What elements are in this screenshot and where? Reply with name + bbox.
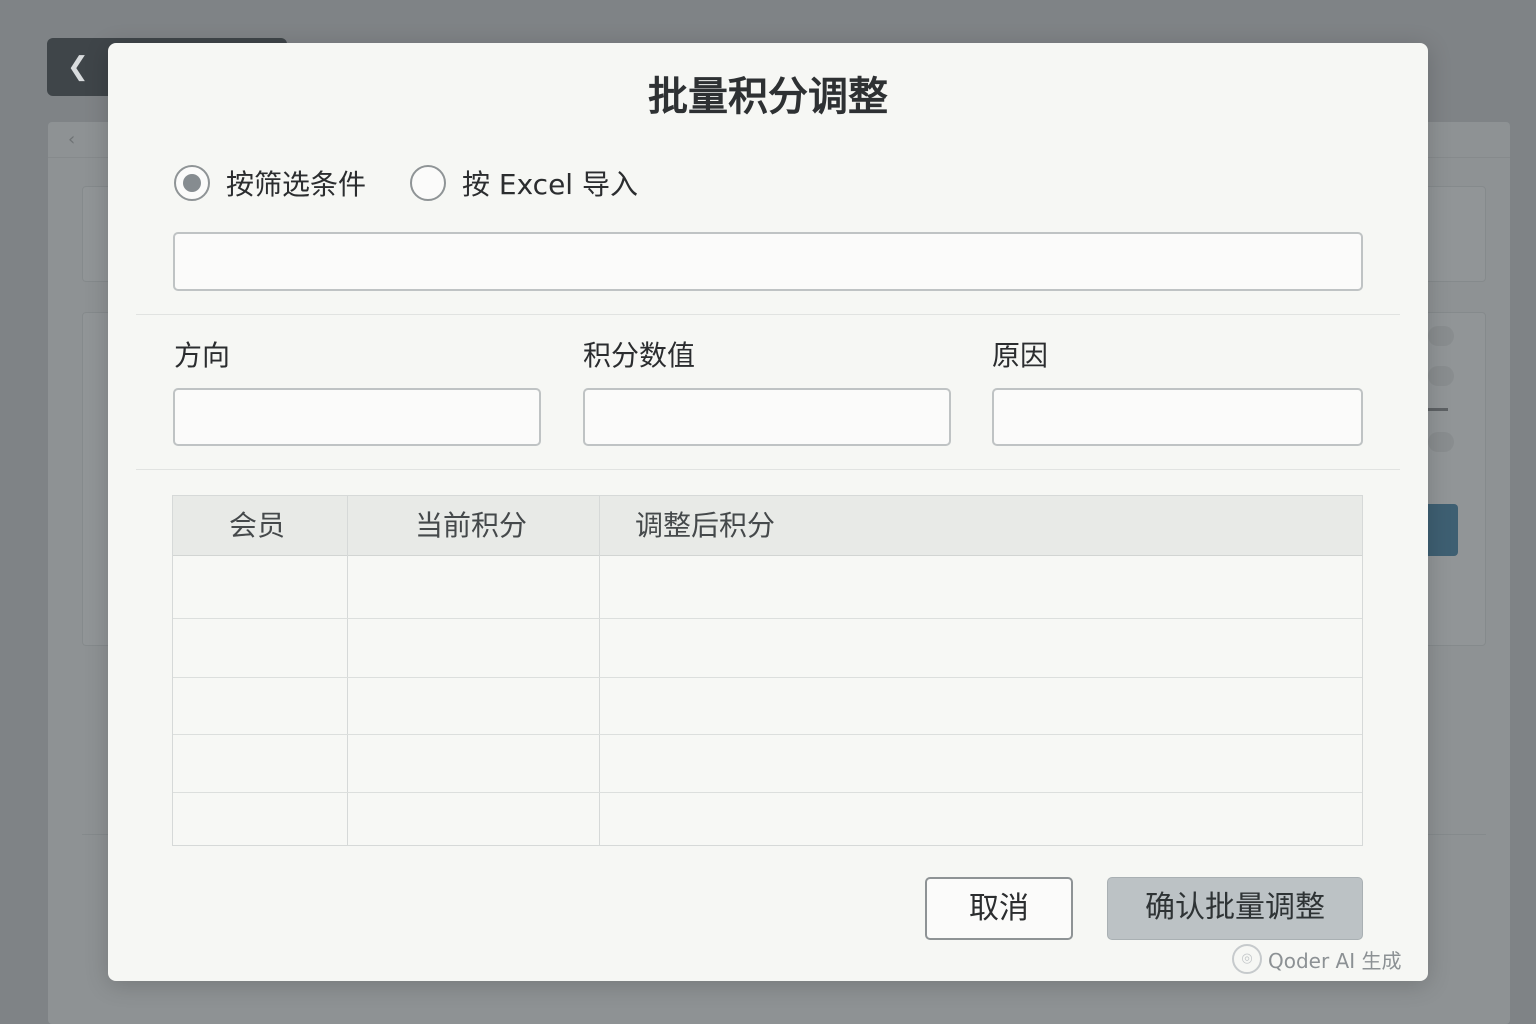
confirm-batch-adjust-button[interactable]: 确认批量调整 <box>1107 877 1363 940</box>
radio-by-excel[interactable]: 按 Excel 导入 <box>410 163 638 203</box>
watermark: ◎ Qoder AI 生成 <box>1232 944 1402 974</box>
qoder-logo-icon: ◎ <box>1232 944 1262 974</box>
divider <box>136 469 1400 470</box>
dialog-title: 批量积分调整 <box>648 74 888 120</box>
radio-unchecked-icon[interactable] <box>410 165 447 201</box>
points-value-label: 积分数值 <box>583 339 696 372</box>
column-header-adjusted-points: 调整后积分 <box>635 509 776 542</box>
column-header-current-points: 当前积分 <box>415 509 528 542</box>
radio-checked-icon[interactable] <box>174 165 210 201</box>
background-placeholder <box>1428 432 1454 452</box>
table-row <box>173 734 1362 735</box>
reason-label: 原因 <box>992 339 1049 372</box>
watermark-text: Qoder AI 生成 <box>1268 948 1402 973</box>
divider <box>136 314 1400 315</box>
table-header: 会员 当前积分 调整后积分 <box>173 496 1362 556</box>
table-row <box>173 677 1362 678</box>
filter-input[interactable] <box>173 232 1363 291</box>
chevron-left-icon: ‹ <box>68 129 76 150</box>
cancel-button[interactable]: 取消 <box>925 877 1073 940</box>
background-placeholder <box>1428 326 1454 346</box>
radio-label: 按筛选条件 <box>226 168 367 201</box>
table-row <box>173 618 1362 619</box>
reason-input[interactable] <box>992 388 1363 446</box>
preview-table: 会员 当前积分 调整后积分 <box>172 495 1363 846</box>
radio-label: 按 Excel 导入 <box>462 168 638 201</box>
background-placeholder <box>1426 408 1448 411</box>
mode-radio-group: 按筛选条件 按 Excel 导入 <box>174 162 682 204</box>
chevron-left-icon: ❮ <box>67 52 89 82</box>
column-header-member: 会员 <box>229 509 286 542</box>
direction-label: 方向 <box>174 339 231 372</box>
table-row <box>173 792 1362 793</box>
direction-input[interactable] <box>173 388 541 446</box>
background-placeholder <box>1428 366 1454 386</box>
radio-by-filter[interactable]: 按筛选条件 <box>174 163 366 203</box>
points-value-input[interactable] <box>583 388 951 446</box>
